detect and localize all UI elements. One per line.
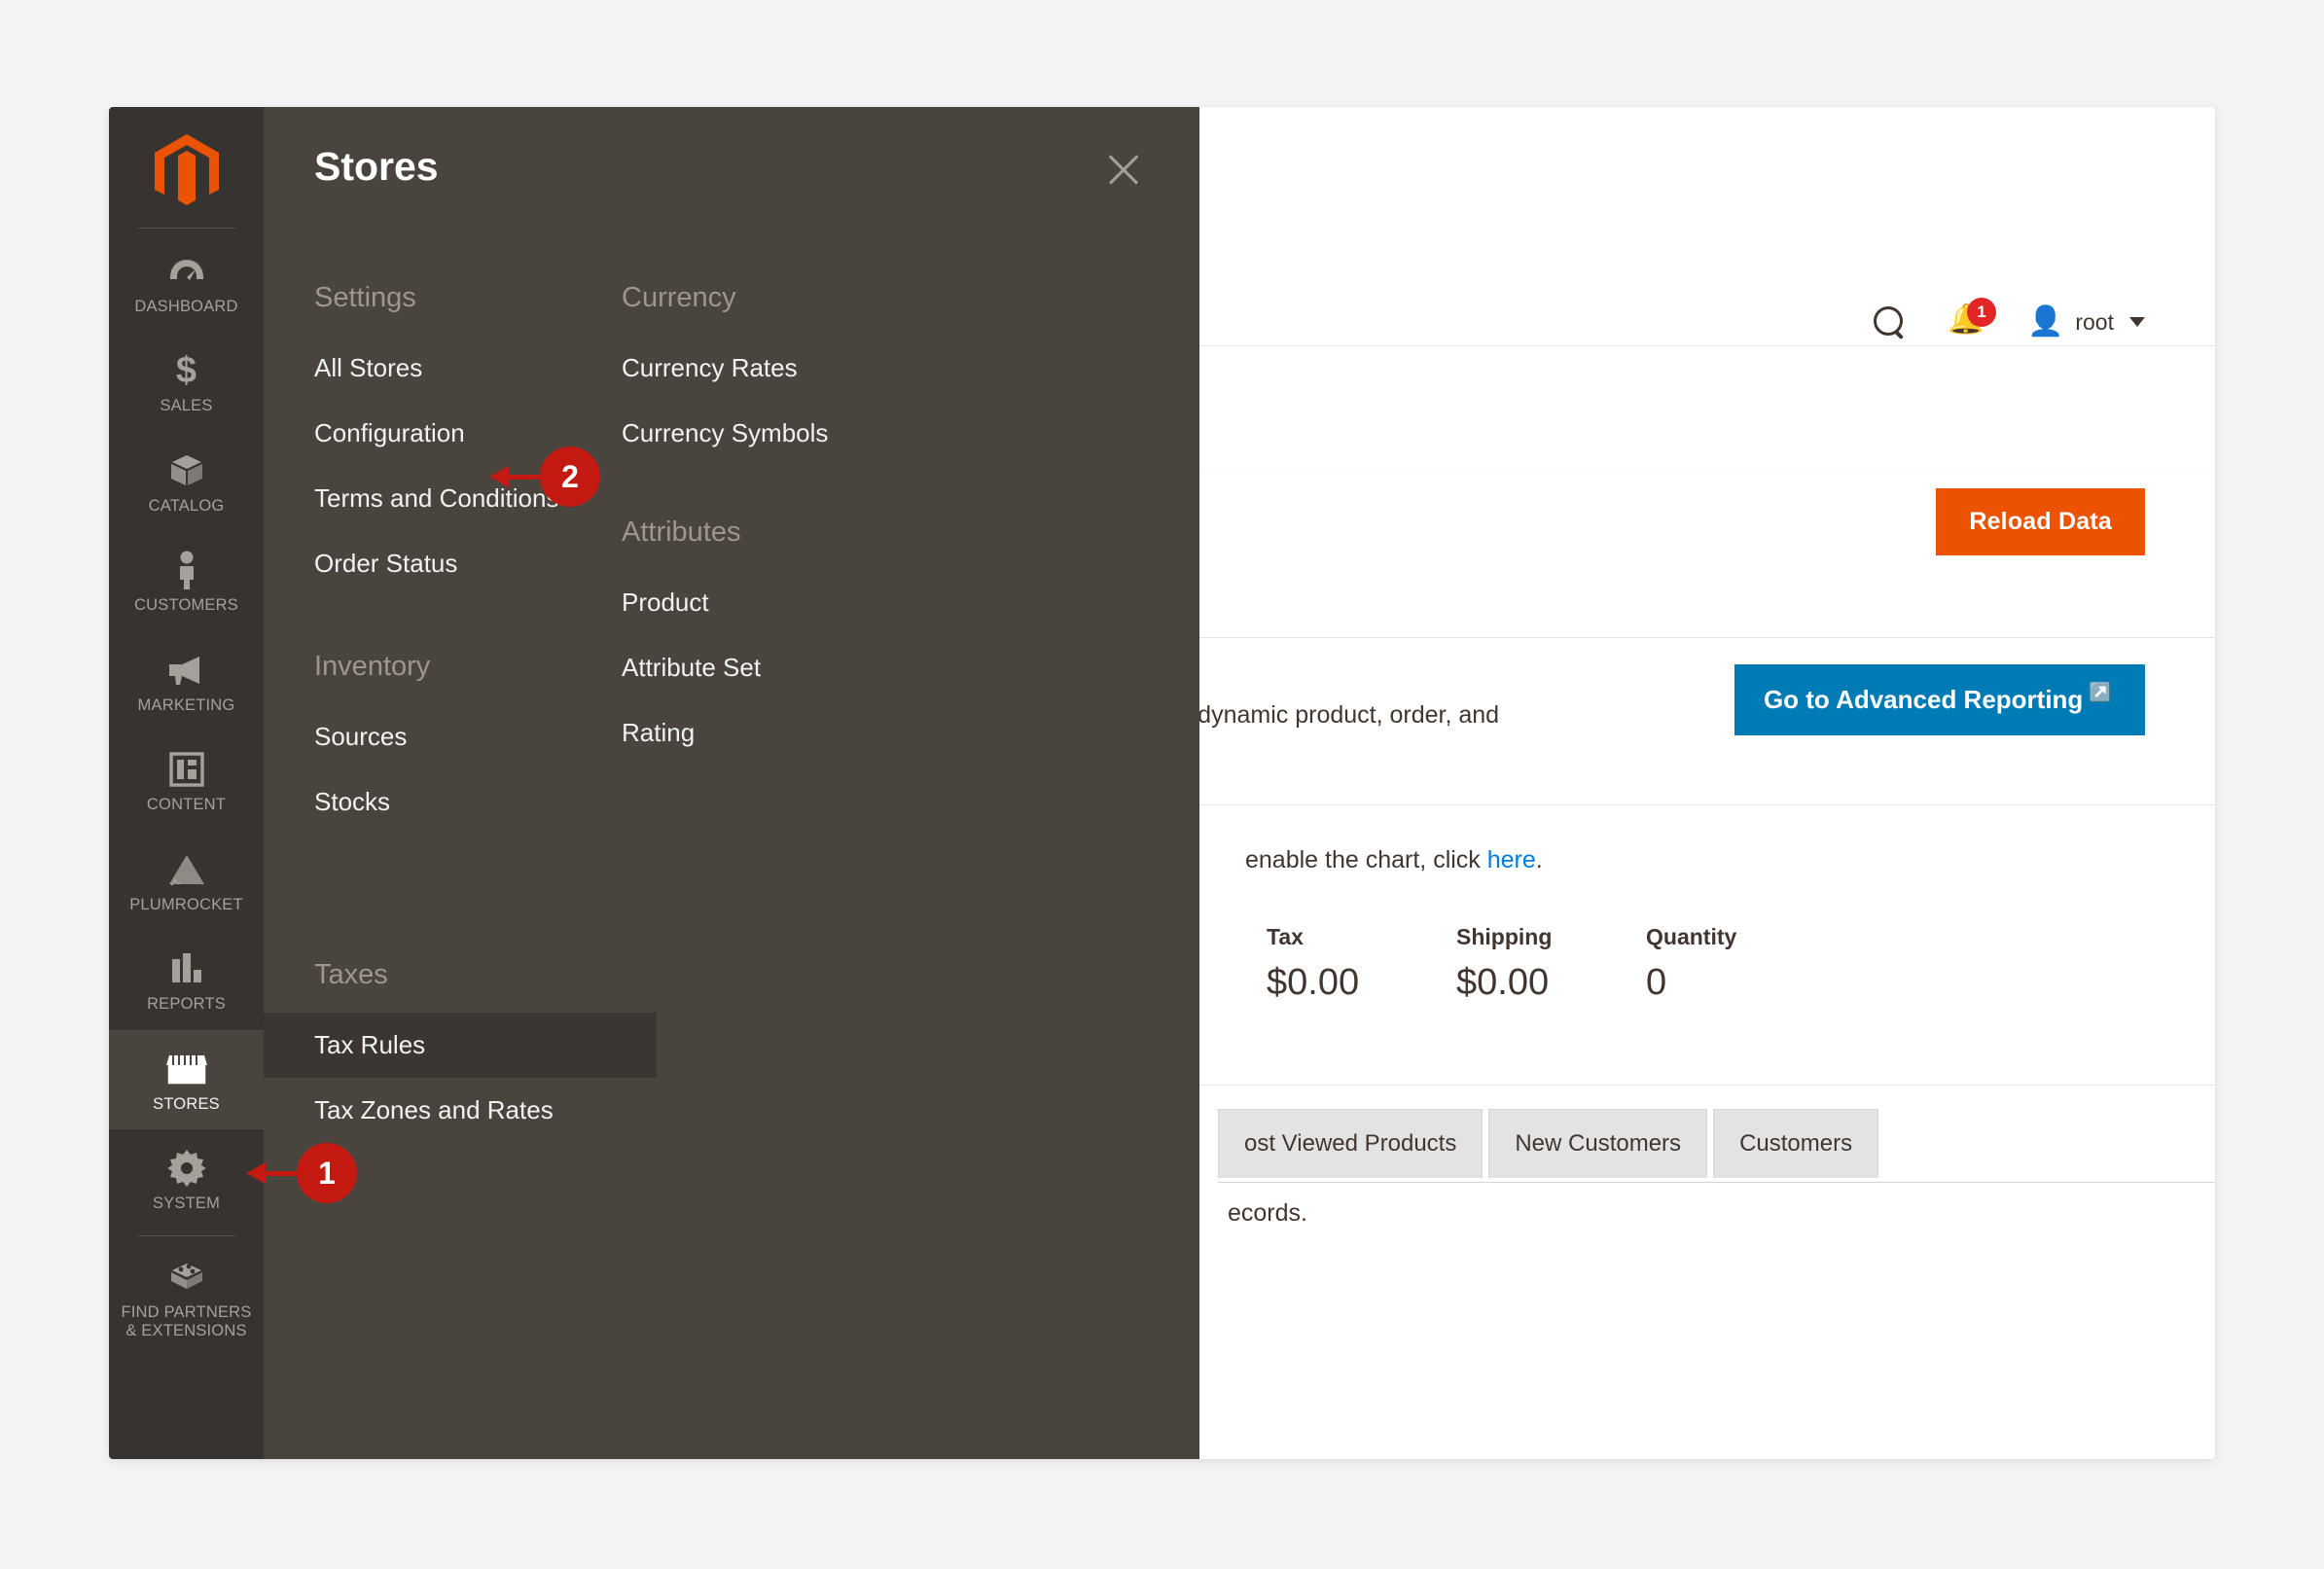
- sidebar-item-label: Plumrocket: [129, 895, 243, 913]
- menu-item-rating[interactable]: Rating: [622, 700, 1040, 766]
- dashboard-tabs: ost Viewed Products New Customers Custom…: [1218, 1109, 1879, 1178]
- layout-icon: [168, 750, 204, 789]
- stat-value: $0.00: [1456, 962, 1550, 1003]
- group-heading: Taxes: [314, 959, 388, 990]
- flyout-title: Stores: [314, 144, 439, 189]
- stat-label: Tax: [1267, 924, 1304, 949]
- sidebar-item-label: Dashboard: [134, 298, 238, 315]
- close-icon[interactable]: [1102, 148, 1145, 191]
- menu-item-tax-rules[interactable]: Tax Rules: [264, 1013, 657, 1078]
- annotation-number: 2: [540, 446, 600, 507]
- storefront-icon: [165, 1050, 207, 1088]
- sidebar-item-marketing[interactable]: Marketing: [109, 631, 264, 731]
- sidebar-item-reports[interactable]: Reports: [109, 930, 264, 1029]
- sidebar-item-label: Marketing: [137, 695, 235, 714]
- flyout-column-right: Currency Currency Rates Currency Symbols…: [622, 282, 1040, 766]
- sidebar-item-label: Stores: [153, 1094, 220, 1113]
- stat-value: $0.00: [1267, 962, 1360, 1003]
- search-button[interactable]: [1872, 305, 1905, 339]
- menu-item-tax-zones-and-rates[interactable]: Tax Zones and Rates: [314, 1078, 733, 1143]
- annotation-callout-1: 1: [246, 1143, 357, 1203]
- menu-group-currency: Currency Currency Rates Currency Symbols: [622, 282, 1040, 466]
- user-avatar-icon: 👤: [2027, 305, 2064, 338]
- stores-flyout-menu: Stores Settings All Stores Configuration…: [264, 107, 1199, 1459]
- menu-group-attributes: Attributes Product Attribute Set Rating: [622, 517, 1040, 766]
- menu-item-attribute-set[interactable]: Attribute Set: [622, 635, 1040, 700]
- sidebar-item-plumrocket[interactable]: Plumrocket: [109, 831, 264, 930]
- menu-item-currency-symbols[interactable]: Currency Symbols: [622, 401, 1040, 466]
- advanced-reporting-description: ur dynamic product, order, and: [1169, 701, 1500, 729]
- tabs-underline: [1218, 1182, 2215, 1183]
- screen: 🔔 1 👤 root Reload Data ur dynamic produc…: [0, 0, 2324, 1569]
- puzzle-brick-icon: [167, 1258, 206, 1297]
- sidebar-item-customers[interactable]: Customers: [109, 531, 264, 630]
- menu-item-currency-rates[interactable]: Currency Rates: [622, 336, 1040, 401]
- stats-row: Tax $0.00 Shipping $0.00 Quantity 0: [1267, 924, 1836, 1004]
- sidebar-item-label: Find Partners & Extensions: [121, 1302, 252, 1340]
- group-heading: Currency: [622, 282, 736, 313]
- tab-new-customers[interactable]: New Customers: [1488, 1109, 1708, 1178]
- menu-item-stocks[interactable]: Stocks: [314, 769, 733, 835]
- user-menu[interactable]: 👤 root: [2027, 307, 2145, 337]
- notification-count-badge: 1: [1967, 298, 1996, 327]
- stat-value: 0: [1646, 962, 1667, 1003]
- records-note: ecords.: [1228, 1199, 1307, 1227]
- stat-shipping: Shipping $0.00: [1456, 924, 1646, 1004]
- stat-label: Shipping: [1456, 924, 1553, 949]
- megaphone-icon: [166, 651, 207, 690]
- external-link-icon: ↗️: [2089, 683, 2112, 703]
- bar-chart-icon: [169, 949, 204, 988]
- arrow-left-icon: [489, 466, 540, 487]
- sidebar-item-label: Content: [146, 796, 227, 814]
- sidebar-item-label: Reports: [147, 995, 226, 1014]
- stat-quantity: Quantity 0: [1646, 924, 1836, 1004]
- stat-label: Quantity: [1646, 924, 1737, 949]
- group-heading: Attributes: [622, 517, 741, 548]
- go-to-advanced-reporting-button[interactable]: Go to Advanced Reporting ↗️: [1734, 664, 2145, 735]
- sidebar-divider: [137, 228, 235, 229]
- annotation-callout-2: 2: [489, 446, 600, 507]
- chart-note-suffix: .: [1535, 846, 1543, 874]
- sidebar-item-dashboard[interactable]: Dashboard: [109, 232, 264, 332]
- primary-sidebar: Dashboard $ Sales Catalog Customers Mark…: [109, 107, 264, 1459]
- header-icon-group: 🔔 1 👤 root: [1872, 298, 2145, 340]
- sidebar-item-system[interactable]: System: [109, 1129, 264, 1229]
- sidebar-item-label: Customers: [134, 596, 238, 615]
- magento-logo[interactable]: [154, 107, 219, 228]
- notifications-button[interactable]: 🔔 1: [1948, 298, 1996, 340]
- chart-enable-link[interactable]: here: [1487, 846, 1536, 874]
- sidebar-divider-bottom: [137, 1234, 235, 1236]
- menu-item-product[interactable]: Product: [622, 570, 1040, 635]
- chart-note-prefix: enable the chart, click: [1245, 846, 1487, 874]
- search-icon: [1872, 305, 1905, 339]
- user-name-label: root: [2075, 308, 2114, 335]
- tab-most-viewed-products[interactable]: ost Viewed Products: [1218, 1109, 1484, 1178]
- reload-data-button[interactable]: Reload Data: [1936, 488, 2145, 555]
- sidebar-item-label: Sales: [160, 397, 213, 415]
- tab-customers[interactable]: Customers: [1713, 1109, 1879, 1178]
- dollar-icon: $: [175, 350, 197, 392]
- gauge-icon: [168, 252, 205, 291]
- person-icon: [174, 551, 199, 590]
- sidebar-item-sales[interactable]: $ Sales: [109, 332, 264, 431]
- stat-tax: Tax $0.00: [1267, 924, 1456, 1004]
- annotation-number: 1: [297, 1143, 357, 1203]
- bell-wrapper: 🔔 1: [1948, 298, 1996, 340]
- sidebar-item-content[interactable]: Content: [109, 731, 264, 830]
- gear-icon: [167, 1149, 205, 1188]
- box-icon: [168, 451, 205, 490]
- menu-group-taxes: Taxes Tax Rules Tax Zones and Rates: [264, 959, 733, 1143]
- advanced-reporting-label: Go to Advanced Reporting: [1763, 685, 2084, 714]
- sidebar-item-stores[interactable]: Stores: [109, 1029, 264, 1130]
- chevron-down-icon: [2129, 317, 2145, 327]
- sidebar-item-find-partners-extensions[interactable]: Find Partners & Extensions: [109, 1238, 264, 1357]
- arrow-left-icon: [246, 1162, 297, 1184]
- sidebar-item-label: System: [152, 1195, 221, 1213]
- sidebar-item-label: Catalog: [148, 496, 225, 515]
- pyramid-icon: [166, 850, 207, 889]
- chart-disabled-note: enable the chart, click here.: [1245, 846, 1543, 874]
- sidebar-item-catalog[interactable]: Catalog: [109, 432, 264, 531]
